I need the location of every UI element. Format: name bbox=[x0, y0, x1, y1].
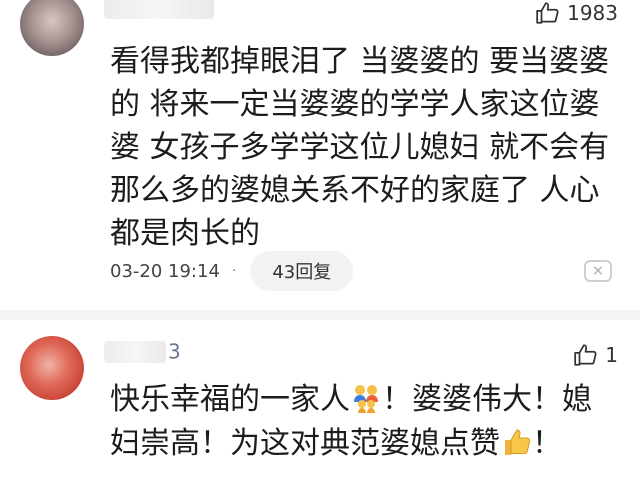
like-button[interactable]: 1 bbox=[573, 342, 618, 368]
close-icon[interactable]: ✕ bbox=[584, 260, 612, 282]
blurred-username bbox=[104, 340, 166, 363]
thumb-up-outline-icon bbox=[536, 2, 559, 24]
avatar[interactable] bbox=[20, 336, 84, 400]
like-button[interactable]: 1983 bbox=[535, 0, 618, 26]
comment-text: 看得我都掉眼泪了 当婆婆的 要当婆婆的 将来一定当婆婆的学学人家这位婆婆 女孩子… bbox=[110, 44, 610, 251]
family-emoji-icon bbox=[354, 385, 378, 413]
thumb-up-outline-icon bbox=[574, 344, 597, 366]
timestamp: 03-20 19:14 bbox=[110, 260, 220, 282]
thumbs-up-emoji-icon bbox=[505, 429, 531, 455]
comment-item: 3 1 快乐幸福的一家人 ！婆婆伟大！媳妇崇高！为这对典范婆媳点赞 ！ bbox=[0, 320, 640, 478]
blurred-username bbox=[104, 0, 214, 19]
divider bbox=[0, 310, 640, 320]
replies-button[interactable]: 43回复 bbox=[250, 251, 354, 291]
username[interactable] bbox=[104, 0, 214, 19]
comment-text: 快乐幸福的一家人 ！婆婆伟大！媳妇崇高！为这对典范婆媳点赞 ！ bbox=[110, 382, 592, 461]
avatar[interactable] bbox=[20, 0, 84, 56]
like-count: 1 bbox=[605, 343, 618, 367]
comment-meta: 03-20 19:14 · 43回复 bbox=[110, 251, 354, 291]
comment-item: 1983 看得我都掉眼泪了 当婆婆的 要当婆婆的 将来一定当婆婆的学学人家这位婆… bbox=[0, 0, 640, 310]
separator-dot: · bbox=[231, 263, 237, 279]
like-count: 1983 bbox=[567, 1, 618, 25]
username[interactable]: 3 bbox=[104, 338, 181, 364]
